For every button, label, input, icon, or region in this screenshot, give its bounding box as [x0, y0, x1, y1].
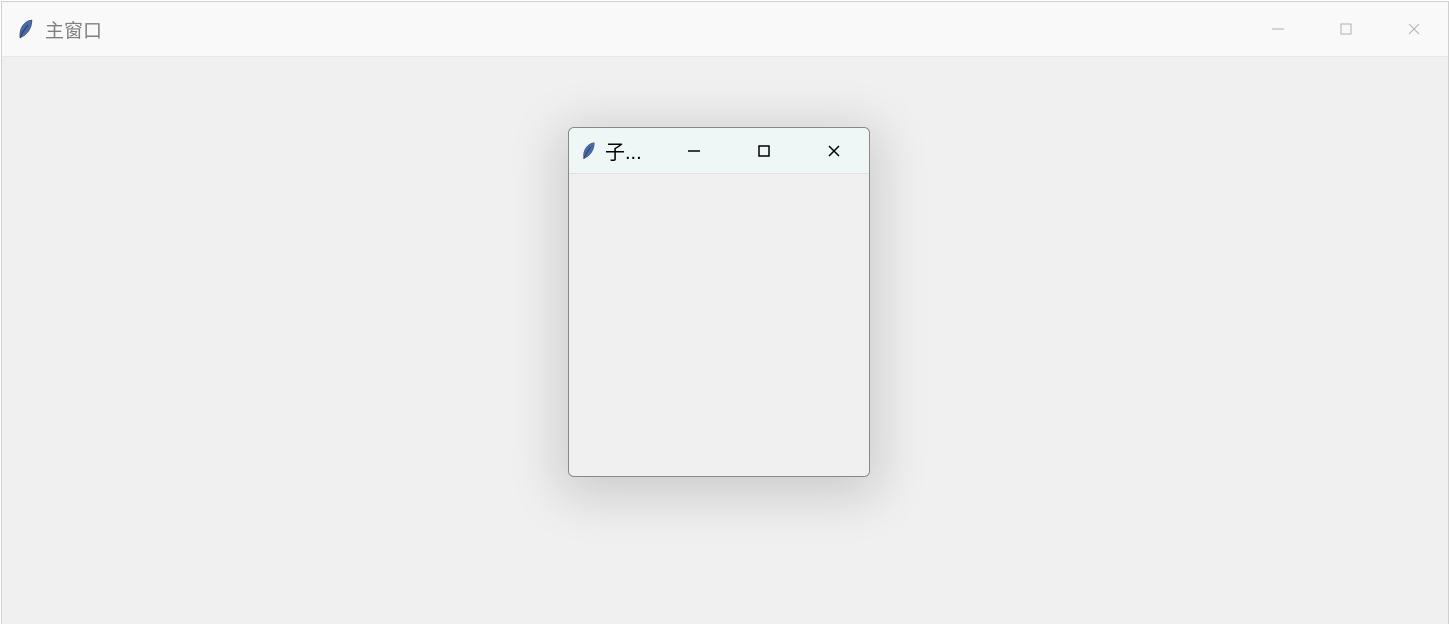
main-window-controls	[1244, 2, 1448, 56]
maximize-button[interactable]	[729, 128, 799, 173]
close-icon	[1407, 22, 1421, 36]
child-window-title: 子...	[605, 136, 642, 165]
maximize-button[interactable]	[1312, 2, 1380, 56]
child-title-group: 子...	[569, 136, 649, 165]
maximize-icon	[756, 143, 772, 159]
main-title-group: 主窗口	[17, 16, 102, 43]
close-icon	[826, 143, 842, 159]
child-titlebar[interactable]: 子...	[569, 128, 869, 174]
main-window-title: 主窗口	[45, 16, 102, 43]
minimize-button[interactable]	[659, 128, 729, 173]
child-window-body	[569, 174, 869, 476]
main-titlebar[interactable]: 主窗口	[2, 2, 1448, 57]
minimize-icon	[1271, 22, 1285, 36]
minimize-button[interactable]	[1244, 2, 1312, 56]
close-button[interactable]	[799, 128, 869, 173]
minimize-icon	[686, 143, 702, 159]
maximize-icon	[1339, 22, 1353, 36]
child-window-controls	[649, 128, 869, 173]
app-icon	[581, 141, 597, 161]
child-window: 子...	[568, 127, 870, 477]
close-button[interactable]	[1380, 2, 1448, 56]
app-icon	[17, 18, 35, 40]
